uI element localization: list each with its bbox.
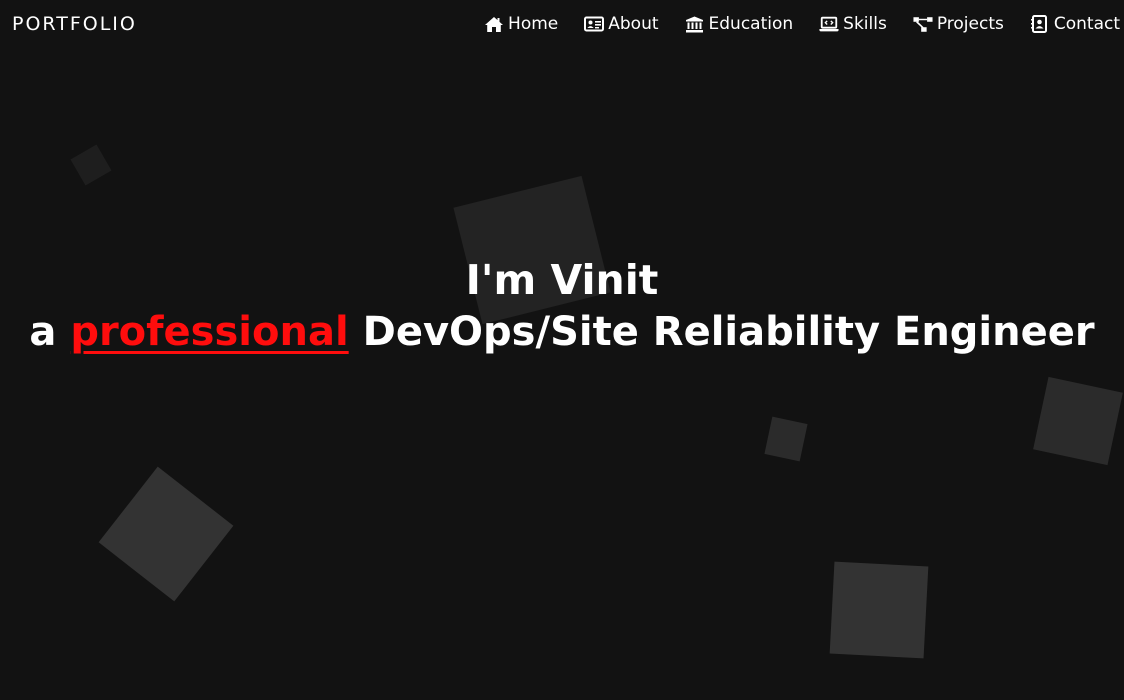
nav-link-about[interactable]: About: [584, 13, 659, 35]
hero-tagline: a professional DevOps/Site Reliability E…: [0, 306, 1124, 358]
home-icon: [484, 15, 504, 33]
nav-link-education[interactable]: Education: [685, 13, 794, 35]
hero-prefix: a: [29, 309, 57, 355]
hero-section: I'm Vinit a professional DevOps/Site Rel…: [0, 254, 1124, 358]
nav-link-projects[interactable]: Projects: [913, 13, 1004, 35]
id-card-icon: [584, 15, 605, 33]
nav-link-label: Projects: [936, 14, 1004, 34]
navbar: PORTFOLIO Home About Education Skills Pr…: [0, 0, 1124, 48]
decorative-square: [98, 466, 234, 602]
brand-logo[interactable]: PORTFOLIO: [12, 12, 137, 36]
nav-links: Home About Education Skills Projects Con…: [484, 13, 1120, 35]
nav-link-label: Home: [508, 14, 559, 34]
nav-link-label: Education: [708, 14, 794, 34]
nav-link-skills[interactable]: Skills: [819, 13, 887, 35]
decorative-square: [70, 144, 112, 186]
nav-link-label: Contact: [1053, 14, 1120, 34]
hero-highlight-word: professional: [70, 309, 349, 355]
nav-link-contact[interactable]: Contact: [1030, 13, 1120, 35]
nav-link-home[interactable]: Home: [484, 13, 558, 35]
decorative-square: [829, 561, 929, 659]
decorative-square: [1033, 376, 1123, 466]
hero-role: DevOps/Site Reliability Engineer: [362, 309, 1095, 355]
nav-link-label: About: [608, 14, 659, 34]
decorative-square: [764, 416, 808, 462]
university-icon: [685, 15, 705, 33]
address-book-icon: [1030, 15, 1050, 33]
laptop-code-icon: [819, 15, 839, 33]
project-diagram-icon: [913, 15, 933, 33]
page: PORTFOLIO Home About Education Skills Pr…: [0, 0, 1124, 700]
hero-greeting: I'm Vinit: [465, 256, 659, 304]
nav-link-label: Skills: [843, 14, 887, 34]
